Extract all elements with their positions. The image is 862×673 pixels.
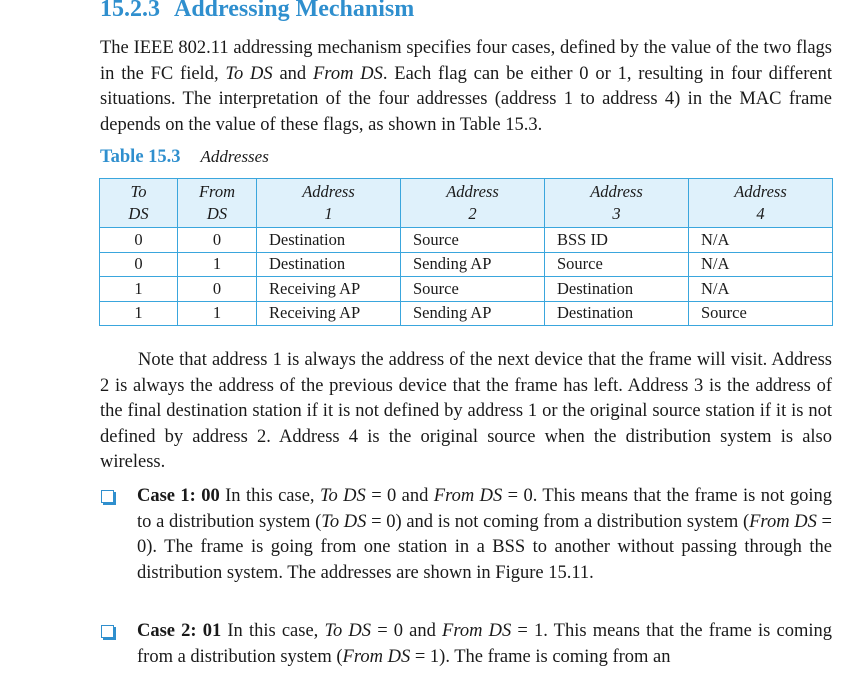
cell-to-ds: 1 [99, 300, 178, 326]
header-address-4: Address 4 [688, 178, 833, 228]
cell-address-2: Source [400, 276, 545, 302]
note-paragraph: Note that address 1 is always the addres… [100, 350, 832, 472]
cell-address-2: Sending AP [400, 300, 545, 326]
table-row: 0 1 Destination Sending AP Source N/A [99, 251, 833, 277]
cell-address-2: Sending AP [400, 251, 545, 277]
cell-from-ds: 0 [177, 227, 257, 253]
addresses-table: To DS From DS Address 1 Address 2 Address 3 A… [99, 178, 833, 326]
cell-from-ds: 1 [177, 300, 257, 326]
table-row: 0 0 Destination Source BSS ID N/A [99, 227, 833, 253]
case-2-label: Case 2: 01 [137, 621, 222, 641]
cell-to-ds: 1 [99, 276, 178, 302]
cell-address-1: Receiving AP [256, 276, 401, 302]
table-number: Table 15.3 [100, 147, 181, 167]
square-bullet-icon [101, 490, 114, 503]
intro-paragraph: The IEEE 802.11 addressing mechanism spe… [100, 36, 832, 138]
section-heading: 15.2.3 Addressing Mechanism [100, 0, 414, 23]
cell-from-ds: 1 [177, 251, 257, 277]
cell-address-4: N/A [688, 227, 833, 253]
cell-to-ds: 0 [99, 227, 178, 253]
case-1-text: Case 1: 00 In this case, To DS = 0 and F… [137, 486, 832, 583]
section-title: Addressing Mechanism [174, 0, 415, 22]
intro-to-ds: To DS [225, 63, 273, 84]
cell-address-3: BSS ID [544, 227, 689, 253]
header-address-2: Address 2 [400, 178, 545, 228]
cell-address-3: Destination [544, 300, 689, 326]
cell-address-4: Source [688, 300, 833, 326]
cell-to-ds: 0 [99, 251, 178, 277]
intro-from-ds: From DS [313, 63, 383, 84]
square-bullet-icon [101, 625, 114, 638]
table-header-row: To DS From DS Address 1 Address 2 Address 3 A… [99, 178, 833, 228]
cell-address-1: Destination [256, 251, 401, 277]
cell-address-4: N/A [688, 276, 833, 302]
cell-address-3: Destination [544, 276, 689, 302]
cell-address-3: Source [544, 251, 689, 277]
table-title: Addresses [200, 147, 269, 166]
cell-address-2: Source [400, 227, 545, 253]
header-address-3: Address 3 [544, 178, 689, 228]
cell-address-1: Destination [256, 227, 401, 253]
table-row: 1 0 Receiving AP Source Destination N/A [99, 276, 833, 302]
header-to-ds: To DS [99, 178, 178, 228]
header-from-ds: From DS [177, 178, 257, 228]
table-caption: Table 15.3 Addresses [100, 147, 269, 168]
cell-from-ds: 0 [177, 276, 257, 302]
cell-address-1: Receiving AP [256, 300, 401, 326]
section-number: 15.2.3 [100, 0, 160, 22]
cell-address-4: N/A [688, 251, 833, 277]
intro-text-2: and [272, 63, 313, 84]
case-1-label: Case 1: 00 [137, 486, 220, 506]
table-row: 1 1 Receiving AP Sending AP Destination … [99, 300, 833, 326]
textbook-page: 15.2.3 Addressing Mechanism The IEEE 802.… [0, 0, 862, 673]
header-address-1: Address 1 [256, 178, 401, 228]
case-2-text: Case 2: 01 In this case, To DS = 0 and F… [137, 621, 832, 667]
